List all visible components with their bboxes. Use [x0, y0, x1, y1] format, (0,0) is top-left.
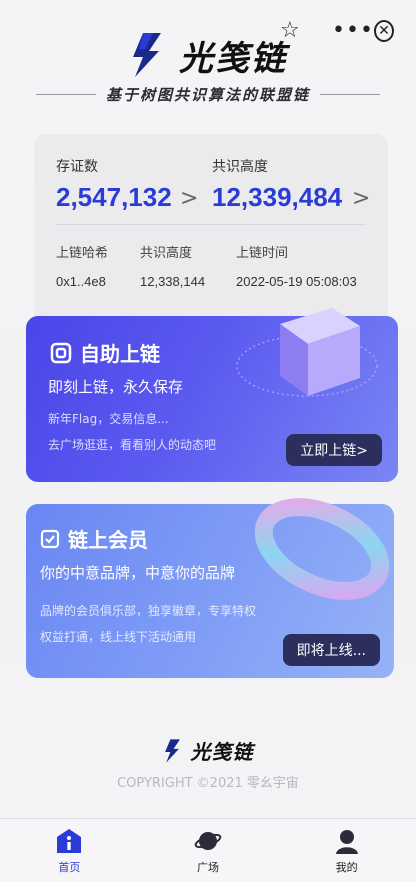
- card-title-text: 链上会员: [68, 528, 148, 552]
- coming-soon-button[interactable]: 即将上线...: [282, 634, 380, 666]
- planet-icon: [194, 832, 222, 850]
- tab-square[interactable]: 广场: [139, 819, 278, 882]
- cube-illustration: [236, 308, 378, 397]
- lightning-logo-icon: [164, 738, 180, 763]
- chain-link-icon: [50, 342, 72, 363]
- card-desc: 品牌的会员俱乐部，独享徽章，专享特权: [40, 604, 257, 618]
- column-header: 共识高度: [140, 246, 193, 261]
- cert-count-label: 存证数: [56, 159, 98, 175]
- card-desc: 去广场逛逛，看看别人的动态吧: [48, 438, 217, 452]
- brand-title: 光笺链: [179, 38, 287, 79]
- card-subtitle: 即刻上链，永久保存: [48, 378, 184, 396]
- lightning-logo-icon: [133, 33, 161, 77]
- cert-count-value[interactable]: 2,547,132: [56, 182, 172, 213]
- slogan-row: 基于树图共识算法的联盟链: [0, 84, 416, 105]
- slogan: 基于树图共识算法的联盟链: [105, 86, 310, 104]
- card-title: 自助上链: [50, 338, 160, 367]
- time-value: 2022-05-19 05:08:03: [236, 274, 357, 289]
- tab-label: 广场: [197, 861, 219, 874]
- consensus-height-label: 共识高度: [212, 159, 268, 175]
- card-subtitle: 你的中意品牌，中意你的品牌: [40, 564, 236, 582]
- chain-now-button[interactable]: 立即上链>: [286, 434, 382, 466]
- tab-label: 首页: [58, 861, 81, 874]
- tab-label: 我的: [335, 861, 358, 874]
- consensus-height-value[interactable]: 12,339,484: [212, 182, 342, 213]
- footer-title: 光笺链: [190, 740, 254, 764]
- copyright: COPYRIGHT ©2021 零幺宇宙: [117, 776, 299, 791]
- card-title: 链上会员: [40, 524, 148, 553]
- brand-header: 光笺链: [0, 30, 416, 80]
- hash-value[interactable]: 0x1..4e8: [56, 274, 106, 289]
- card-title-text: 自助上链: [80, 342, 160, 366]
- footer-logo: 光笺链: [0, 736, 416, 765]
- check-badge-icon: [40, 529, 60, 548]
- height-value: 12,338,144: [140, 274, 206, 289]
- card-desc: 权益打通，线上线下活动通用: [40, 630, 197, 644]
- divider: [320, 94, 380, 95]
- user-icon: [335, 830, 358, 854]
- column-header: 上链哈希: [56, 246, 109, 261]
- tab-home[interactable]: 首页: [0, 819, 139, 882]
- divider: [56, 224, 366, 225]
- chevron-right-icon[interactable]: >: [352, 186, 370, 211]
- tab-mine[interactable]: 我的: [277, 819, 416, 882]
- chevron-right-icon[interactable]: >: [180, 186, 198, 211]
- home-info-icon: [57, 829, 82, 853]
- ring-illustration: [254, 498, 390, 600]
- card-desc: 新年Flag，交易信息...: [48, 412, 169, 426]
- column-header: 上链时间: [236, 246, 289, 261]
- divider: [35, 94, 96, 95]
- tab-bar: 首页 广场 我的: [0, 818, 416, 882]
